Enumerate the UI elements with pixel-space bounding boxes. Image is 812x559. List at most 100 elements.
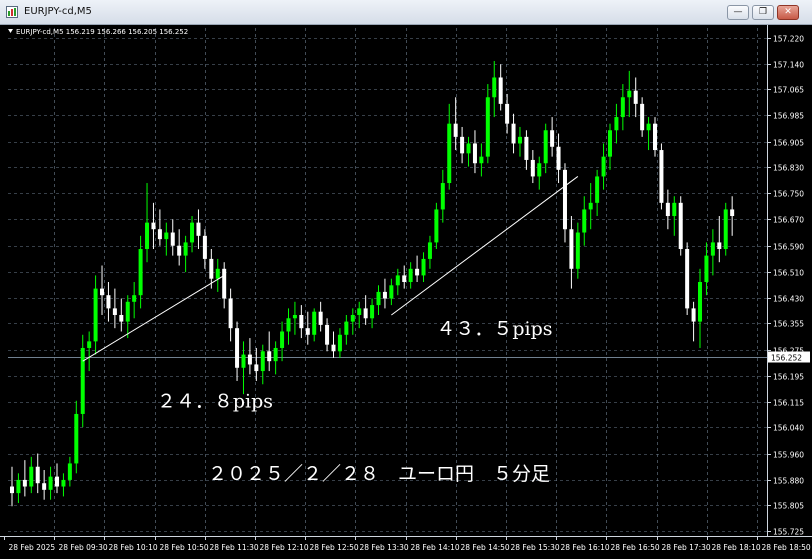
candle-body xyxy=(235,328,240,368)
x-tick-label: 28 Feb 09:30 xyxy=(59,543,108,552)
candle-body xyxy=(132,295,137,302)
candle-body xyxy=(10,486,14,494)
y-tick-label: 156.510 xyxy=(773,269,804,278)
candle-body xyxy=(312,311,317,335)
x-tick-label: 28 Feb 14:10 xyxy=(411,543,460,552)
candle-body xyxy=(479,156,484,164)
candle-body xyxy=(61,479,66,487)
candle-body xyxy=(569,229,574,269)
candle-body xyxy=(556,146,561,170)
candle-body xyxy=(530,159,535,177)
candle-body xyxy=(267,351,272,362)
candle-body xyxy=(100,288,105,296)
y-tick-label: 157.220 xyxy=(773,35,804,44)
candle-body xyxy=(607,130,612,157)
candle-body xyxy=(472,143,477,164)
candle-body xyxy=(370,305,375,319)
y-tick-label: 156.115 xyxy=(773,399,804,408)
candle-body xyxy=(164,232,169,240)
candle-body xyxy=(440,183,445,210)
candle-body xyxy=(427,242,432,259)
candle-body xyxy=(447,123,452,184)
candle-body xyxy=(87,341,92,348)
y-tick-label: 156.195 xyxy=(773,373,804,382)
x-tick-label: 28 Feb 16:10 xyxy=(561,543,610,552)
candle-body xyxy=(119,314,124,322)
y-tick-label: 155.725 xyxy=(773,528,804,537)
candle-body xyxy=(318,311,323,325)
candle-body xyxy=(363,308,368,319)
x-tick-label: 28 Feb 17:30 xyxy=(662,543,711,552)
x-tick-label: 28 Feb 13:30 xyxy=(360,543,409,552)
x-tick-label: 28 Feb 12:10 xyxy=(260,543,309,552)
candle-body xyxy=(710,242,715,256)
candle-body xyxy=(325,324,330,345)
y-tick-label: 156.040 xyxy=(773,424,804,433)
candle-body xyxy=(183,242,188,256)
x-tick-label: 28 Feb 18:50 xyxy=(762,543,811,552)
candle-body xyxy=(382,291,387,299)
close-button[interactable]: ✕ xyxy=(777,5,799,20)
candle-body xyxy=(595,176,600,203)
candle-body xyxy=(151,222,156,230)
candle-body xyxy=(74,413,79,464)
y-tick-label: 156.590 xyxy=(773,243,804,252)
y-tick-label: 155.880 xyxy=(773,477,804,486)
candle-body xyxy=(42,483,47,490)
minimize-button[interactable]: — xyxy=(727,5,749,20)
y-tick-label: 156.985 xyxy=(773,112,804,121)
candle-body xyxy=(402,275,407,282)
candle-body xyxy=(698,282,703,322)
x-tick-label: 28 Feb 11:30 xyxy=(210,543,259,552)
candle-body xyxy=(492,77,497,98)
x-tick-label: 28 Feb 10:10 xyxy=(109,543,158,552)
x-tick-label: 28 Feb 15:30 xyxy=(511,543,560,552)
candle-body xyxy=(691,308,696,322)
y-tick-label: 156.355 xyxy=(773,320,804,329)
candle-body xyxy=(125,301,130,322)
candle-body xyxy=(280,331,285,348)
candlestick-chart[interactable]: 157.220 157.140 157.065 156.985 156.905 156.8… xyxy=(0,25,812,559)
candle-body xyxy=(415,268,420,276)
candle-body xyxy=(665,202,670,217)
candle-body xyxy=(653,123,657,151)
candle-body xyxy=(389,285,394,299)
candle-body xyxy=(209,258,214,279)
candle-body xyxy=(434,209,439,243)
candle-body xyxy=(421,258,426,276)
candle-body xyxy=(80,347,85,414)
candle-body xyxy=(485,97,490,157)
candle-body xyxy=(601,156,606,177)
candle-body xyxy=(241,354,246,368)
candle-body xyxy=(614,117,619,131)
candle-body xyxy=(498,77,503,104)
candle-body xyxy=(286,318,291,332)
candle-body xyxy=(196,222,201,236)
candle-body xyxy=(408,268,413,282)
candle-body xyxy=(678,202,683,250)
candle-body xyxy=(305,328,310,335)
candle-body xyxy=(344,321,349,335)
candle-body xyxy=(299,314,304,329)
candle-body xyxy=(704,255,709,282)
candle-body xyxy=(157,229,162,240)
current-price-label: 156.252 xyxy=(771,354,802,363)
y-tick-label: 157.140 xyxy=(773,61,804,70)
candle-body xyxy=(145,222,150,250)
y-tick-label: 157.065 xyxy=(773,86,804,95)
candle-body xyxy=(29,466,34,487)
candle-body xyxy=(337,334,342,352)
candle-body xyxy=(582,209,587,233)
x-tick-label: 28 Feb 10:50 xyxy=(160,543,209,552)
restore-button[interactable]: ❐ xyxy=(752,5,774,20)
y-tick-label: 156.430 xyxy=(773,295,804,304)
candle-body xyxy=(730,209,735,217)
candle-body xyxy=(723,209,728,250)
candle-body xyxy=(543,130,548,164)
candle-body xyxy=(524,136,529,160)
y-tick-label: 155.960 xyxy=(773,451,804,460)
candle-body xyxy=(331,344,336,352)
candle-body xyxy=(292,314,297,319)
candle-body xyxy=(106,295,111,309)
candle-body xyxy=(717,242,722,250)
